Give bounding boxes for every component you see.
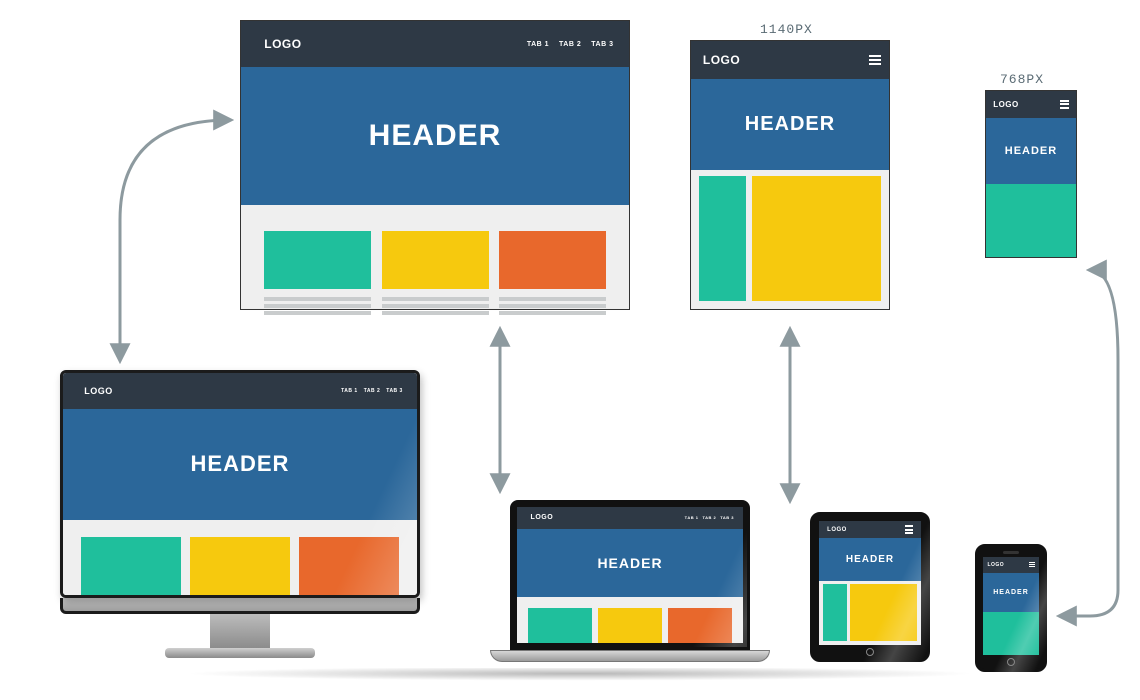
hamburger-icon[interactable] <box>869 55 881 65</box>
hero-text: HEADER <box>597 555 662 571</box>
column-green <box>823 584 847 641</box>
logo-text: LOGO <box>993 100 1019 109</box>
column-green <box>983 612 1039 655</box>
tab[interactable]: TAB 1 <box>527 41 549 48</box>
hero: HEADER <box>241 67 629 205</box>
topbar: LOGO <box>691 41 889 79</box>
hamburger-icon[interactable] <box>1060 100 1069 109</box>
hero-text: HEADER <box>369 119 502 153</box>
content-columns <box>819 581 921 645</box>
hero: HEADER <box>986 118 1076 184</box>
column-green <box>699 176 746 302</box>
hero: HEADER <box>691 79 889 170</box>
logo-text: LOGO <box>264 37 301 51</box>
hero: HEADER <box>819 538 921 580</box>
screen-content: LOGO HEADER <box>983 557 1039 655</box>
home-button-icon <box>866 648 874 656</box>
screen-content: LOGO TAB 1 TAB 2 TAB 3 HEADER <box>517 507 743 643</box>
tab[interactable]: TAB 3 <box>386 388 403 394</box>
hero: HEADER <box>983 573 1039 612</box>
device-laptop: LOGO TAB 1 TAB 2 TAB 3 HEADER <box>490 500 770 662</box>
floor-shadow <box>40 668 1120 682</box>
hero-text: HEADER <box>745 113 835 136</box>
content-columns <box>691 170 889 309</box>
wireframe-tablet: LOGO HEADER <box>690 40 890 310</box>
topbar: LOGO TAB 1 TAB 2 TAB 3 <box>517 507 743 529</box>
topbar: LOGO TAB 1 TAB 2 TAB 3 <box>63 373 417 409</box>
column-yellow <box>850 584 917 641</box>
topbar: LOGO <box>983 557 1039 573</box>
breakpoint-label-phone: 768PX <box>1000 72 1044 87</box>
tab[interactable]: TAB 2 <box>702 515 716 520</box>
tab[interactable]: TAB 1 <box>341 388 358 394</box>
column-orange <box>299 537 399 595</box>
hero-text: HEADER <box>993 589 1029 596</box>
device-tablet: LOGO HEADER <box>810 512 930 662</box>
content-columns <box>241 231 629 289</box>
nav-tabs: TAB 1 TAB 2 TAB 3 <box>527 41 614 48</box>
hero-text: HEADER <box>1005 145 1057 157</box>
spacer <box>63 520 417 538</box>
column-orange <box>499 231 606 289</box>
tab[interactable]: TAB 3 <box>591 41 613 48</box>
tab[interactable]: TAB 1 <box>685 515 699 520</box>
tab[interactable]: TAB 2 <box>364 388 381 394</box>
hero: HEADER <box>63 409 417 520</box>
column-green <box>264 231 371 289</box>
column-yellow <box>190 537 290 595</box>
logo-text: LOGO <box>827 527 847 533</box>
device-desktop-monitor: LOGO TAB 1 TAB 2 TAB 3 HEADER <box>60 370 420 658</box>
tab[interactable]: TAB 3 <box>720 515 734 520</box>
column-yellow <box>752 176 881 302</box>
tab[interactable]: TAB 2 <box>559 41 581 48</box>
column-yellow <box>598 608 662 643</box>
wireframe-phone: LOGO HEADER <box>985 90 1077 258</box>
hamburger-icon[interactable] <box>905 525 913 534</box>
column-yellow <box>382 231 489 289</box>
nav-tabs: TAB 1 TAB 2 TAB 3 <box>685 515 734 520</box>
logo-text: LOGO <box>531 514 554 521</box>
column-orange <box>668 608 732 643</box>
column-green <box>528 608 592 643</box>
spacer <box>517 597 743 608</box>
wireframe-desktop: LOGO TAB 1 TAB 2 TAB 3 HEADER <box>240 20 630 310</box>
spacer <box>241 205 629 231</box>
hero-text: HEADER <box>191 451 290 477</box>
topbar: LOGO <box>819 521 921 538</box>
logo-text: LOGO <box>987 562 1004 568</box>
screen-content: LOGO TAB 1 TAB 2 TAB 3 HEADER <box>63 373 417 595</box>
screen-content: LOGO HEADER <box>819 521 921 645</box>
logo-text: LOGO <box>84 386 113 396</box>
nav-tabs: TAB 1 TAB 2 TAB 3 <box>341 388 403 394</box>
home-button-icon <box>1007 658 1015 666</box>
column-green <box>986 184 1076 257</box>
column-green <box>81 537 181 595</box>
topbar: LOGO TAB 1 TAB 2 TAB 3 <box>241 21 629 67</box>
content-columns <box>517 608 743 643</box>
hero: HEADER <box>517 529 743 597</box>
topbar: LOGO <box>986 91 1076 118</box>
content-columns <box>63 537 417 595</box>
text-placeholder-rows <box>241 289 629 315</box>
breakpoint-label-tablet: 1140PX <box>760 22 813 37</box>
logo-text: LOGO <box>703 53 740 67</box>
hamburger-icon[interactable] <box>1029 562 1035 567</box>
hero-text: HEADER <box>846 554 894 565</box>
device-phone: LOGO HEADER <box>975 544 1047 672</box>
responsive-design-diagram: 1140PX 768PX LOGO TAB 1 TAB 2 TAB 3 HEAD… <box>0 0 1140 700</box>
speaker-icon <box>1003 551 1019 554</box>
